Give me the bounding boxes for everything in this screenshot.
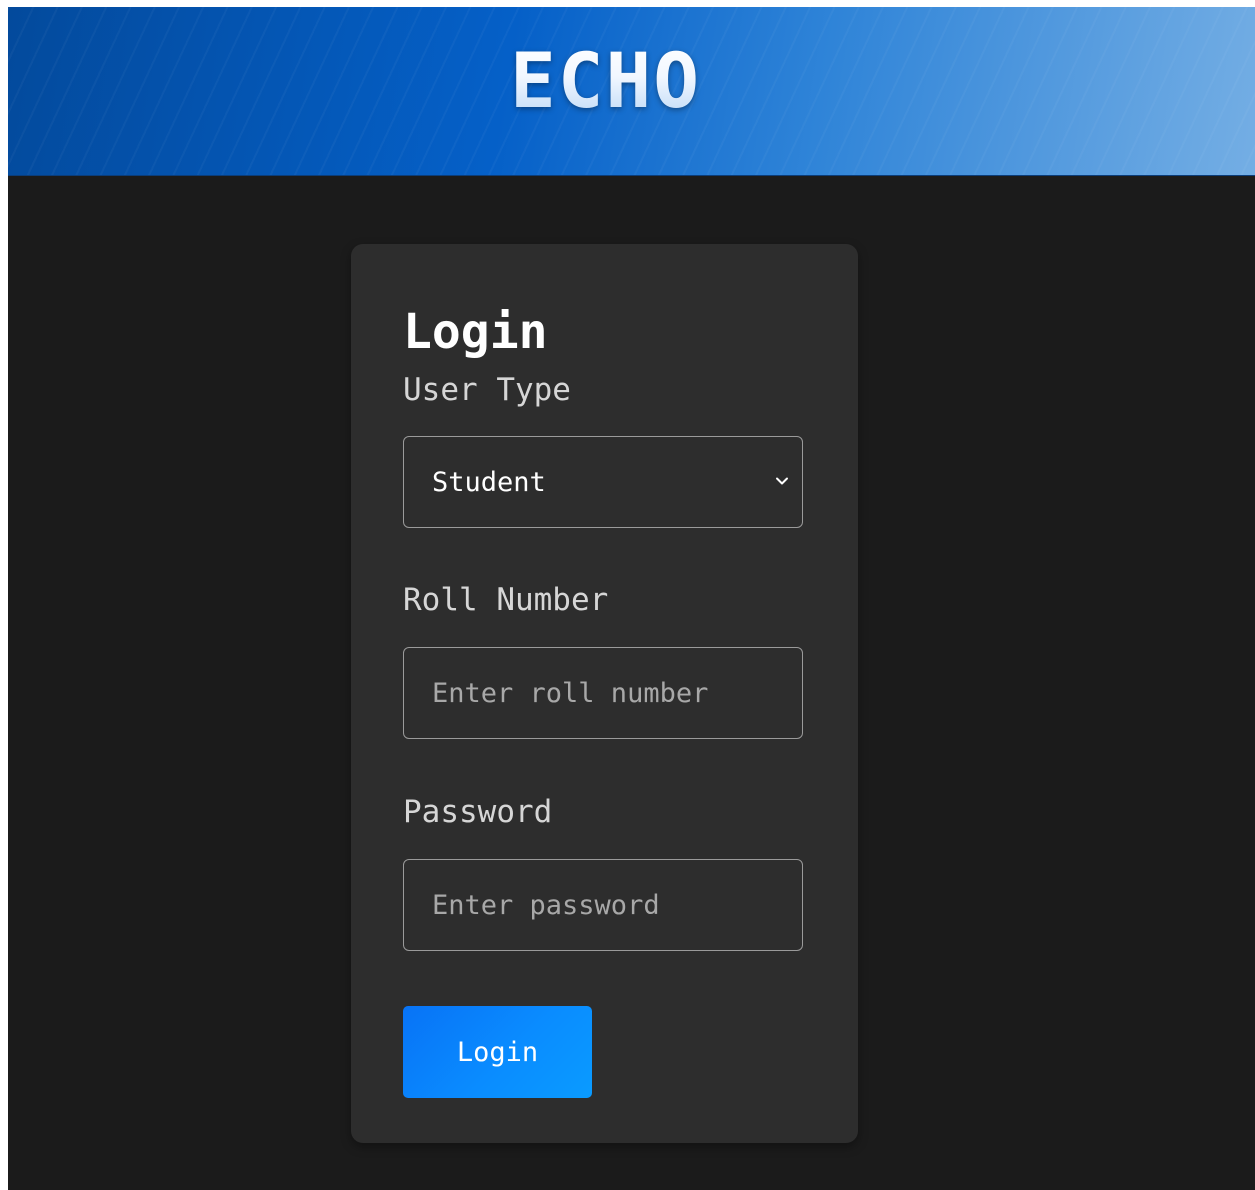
login-title: Login: [403, 304, 548, 360]
user-type-selected-value: Student: [432, 467, 546, 498]
password-input[interactable]: [404, 860, 802, 950]
login-card: Login User Type Student Roll Number Pass…: [351, 244, 858, 1143]
brand-logo-text: ECHO: [8, 41, 1203, 121]
roll-number-label: Roll Number: [403, 582, 609, 618]
password-label: Password: [403, 794, 553, 830]
chevron-down-icon: [776, 477, 788, 485]
password-field-box: [403, 859, 803, 951]
login-button[interactable]: Login: [403, 1006, 592, 1098]
header-banner: ECHO: [8, 7, 1255, 176]
user-type-select[interactable]: Student: [403, 436, 803, 528]
roll-number-input[interactable]: [404, 648, 802, 738]
roll-number-field-box: [403, 647, 803, 739]
user-type-label: User Type: [403, 372, 571, 408]
app-window: ECHO Login User Type Student Roll Number…: [8, 7, 1255, 1190]
